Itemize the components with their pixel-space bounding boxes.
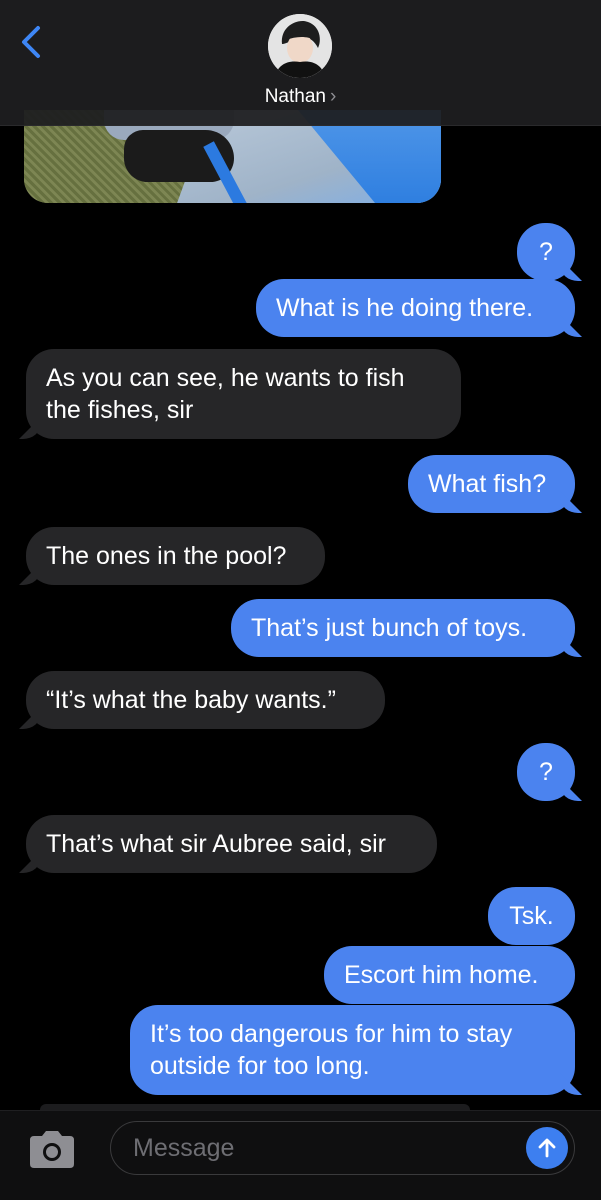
message-bubble-outgoing[interactable]: It’s too dangerous for him to stay outsi… (130, 1005, 575, 1095)
message-input[interactable] (110, 1121, 575, 1175)
arrow-up-icon (538, 1138, 556, 1158)
message-bubble-outgoing[interactable]: Escort him home. (324, 946, 575, 1004)
message-bubble-outgoing[interactable]: ? (517, 223, 575, 281)
message-bubble-outgoing[interactable]: What is he doing there. (256, 279, 575, 337)
avatar-portrait (268, 14, 332, 78)
message-bubble-outgoing[interactable]: ? (517, 743, 575, 801)
send-button[interactable] (526, 1127, 568, 1169)
message-bubble-incoming[interactable]: As you can see, he wants to fish the fis… (26, 349, 461, 439)
conversation-header: Nathan › (0, 0, 601, 126)
message-bubble-outgoing[interactable]: Tsk. (488, 887, 575, 945)
message-bubble-incoming[interactable]: The ones in the pool? (26, 527, 325, 585)
contact-name[interactable]: Nathan › (0, 86, 601, 108)
contact-name-label: Nathan (264, 86, 326, 107)
chevron-right-icon: › (329, 86, 337, 107)
message-bubble-outgoing[interactable]: What fish? (408, 455, 575, 513)
message-bubble-outgoing[interactable]: That’s just bunch of toys. (231, 599, 575, 657)
chevron-left-icon[interactable] (16, 22, 48, 62)
message-bubble-incoming[interactable]: “It’s what the baby wants.” (26, 671, 385, 729)
camera-icon[interactable] (26, 1128, 78, 1170)
message-bubble-incoming[interactable]: That’s what sir Aubree said, sir (26, 815, 437, 873)
contact-avatar[interactable] (268, 14, 332, 78)
